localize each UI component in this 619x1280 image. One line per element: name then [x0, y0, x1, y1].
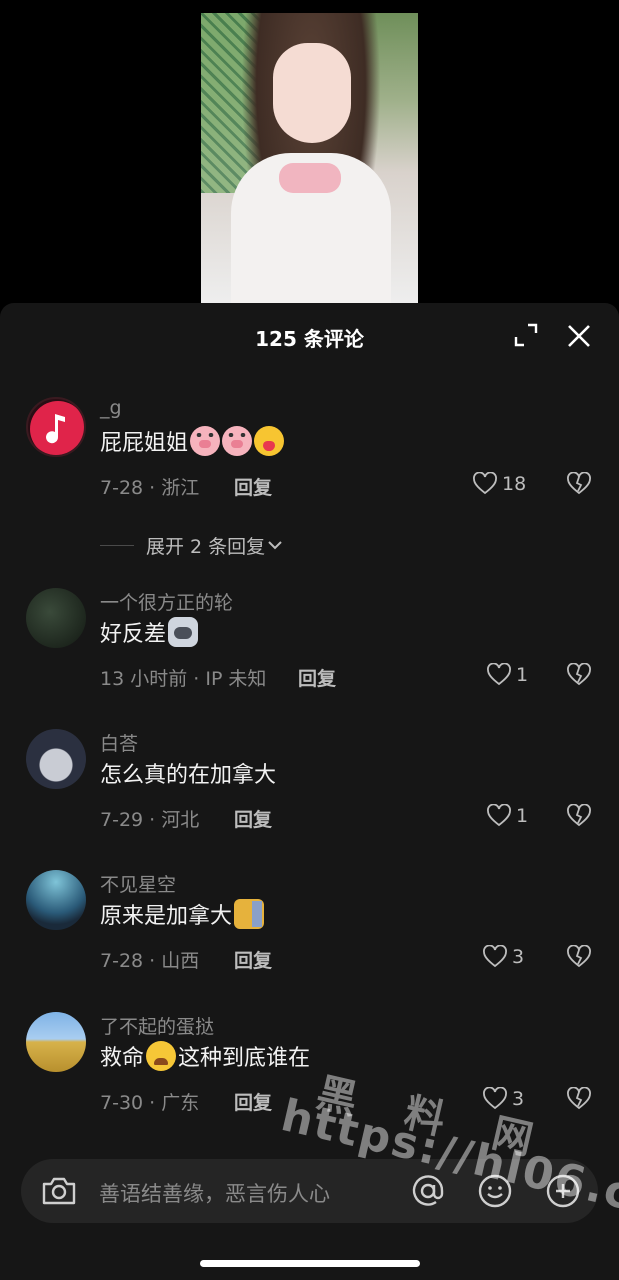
comment-username[interactable]: 一个很方正的轮: [100, 588, 233, 615]
like-count: 3: [512, 946, 525, 968]
crying-emoji-icon: [146, 1041, 177, 1071]
comment-text-content: 救命: [100, 1046, 145, 1071]
reply-button[interactable]: 回复: [298, 664, 336, 691]
comment-username[interactable]: 白荅: [100, 729, 138, 756]
avatar[interactable]: [26, 397, 86, 457]
broken-heart-icon[interactable]: [566, 1087, 592, 1111]
broken-heart-icon[interactable]: [566, 804, 592, 828]
plus-icon[interactable]: [545, 1173, 581, 1209]
sheet-header: 125 条评论: [0, 303, 619, 367]
like-count: 1: [516, 805, 529, 827]
avatar[interactable]: [26, 729, 86, 789]
bow-shape: [279, 163, 341, 193]
like-count: 1: [516, 664, 529, 686]
comment-text: 屁屁姐姐: [100, 425, 285, 457]
cat-emoji-icon: [168, 617, 199, 647]
broken-heart-icon[interactable]: [566, 472, 592, 496]
divider-line: [100, 544, 134, 546]
avatar[interactable]: [26, 1012, 86, 1072]
comment-meta: 7-28 · 浙江: [100, 477, 200, 499]
comment-input-bar[interactable]: 善语结善缘，恶言伤人心: [21, 1159, 598, 1223]
comment-username[interactable]: 了不起的蛋挞: [100, 1012, 214, 1039]
pig-emoji-icon: [222, 426, 253, 456]
broken-heart-icon[interactable]: [566, 663, 592, 687]
comment-meta: 7-28 · 山西: [100, 950, 200, 972]
like-button[interactable]: 1: [486, 662, 528, 688]
close-icon[interactable]: [566, 323, 592, 349]
heart-icon: [483, 945, 507, 968]
fullscreen-icon[interactable]: [514, 323, 538, 347]
like-button[interactable]: 18: [472, 471, 526, 497]
expand-replies-button[interactable]: 展开 2 条回复: [100, 531, 283, 559]
home-indicator[interactable]: [200, 1260, 420, 1267]
comment-meta: 7-29 · 河北: [100, 809, 200, 831]
broken-heart-icon[interactable]: [566, 945, 592, 969]
comment-text-content: 原来是加拿大: [100, 904, 233, 929]
reply-button[interactable]: 回复: [234, 473, 272, 500]
comment-text: 好反差: [100, 616, 199, 648]
comment-text-content: 好反差: [100, 622, 167, 647]
like-button[interactable]: 1: [486, 803, 528, 829]
comment-text: 原来是加拿大: [100, 898, 265, 930]
comment-username[interactable]: _g: [100, 397, 122, 419]
reply-button[interactable]: 回复: [234, 946, 272, 973]
comment-input[interactable]: 善语结善缘，恶言伤人心: [99, 1178, 330, 1208]
expand-replies-label: 展开 2 条回复: [146, 535, 266, 558]
comment-text: 怎么真的在加拿大: [100, 757, 276, 789]
camera-icon[interactable]: [41, 1176, 77, 1206]
avatar[interactable]: [26, 588, 86, 648]
like-count: 18: [502, 473, 527, 495]
chevron-down-icon: [268, 541, 282, 550]
hug-emoji-icon: [254, 426, 285, 456]
avatar[interactable]: [26, 870, 86, 930]
bear-emoji-icon: [234, 899, 265, 929]
comment-text-content: 屁屁姐姐: [100, 431, 189, 456]
comment-meta: 7-30 · 广东: [100, 1092, 200, 1114]
comment-text: 救命 这种到底谁在: [100, 1040, 310, 1072]
emoji-icon[interactable]: [477, 1173, 513, 1209]
video-preview[interactable]: [0, 0, 619, 303]
mention-at-icon[interactable]: [410, 1173, 446, 1209]
comment-username[interactable]: 不见星空: [100, 870, 176, 897]
heart-icon: [487, 663, 511, 686]
heart-icon: [473, 472, 497, 495]
face-shape: [273, 43, 351, 143]
reply-button[interactable]: 回复: [234, 805, 272, 832]
comment-text-content: 怎么真的在加拿大: [100, 763, 277, 788]
comment-meta: 13 小时前 · IP 未知: [100, 668, 267, 690]
pig-emoji-icon: [190, 426, 221, 456]
reply-button[interactable]: 回复: [234, 1088, 272, 1115]
video-thumbnail[interactable]: [201, 13, 418, 303]
heart-icon: [487, 804, 511, 827]
comment-text-content-2: 这种到底谁在: [178, 1046, 311, 1071]
like-button[interactable]: 3: [482, 944, 524, 970]
